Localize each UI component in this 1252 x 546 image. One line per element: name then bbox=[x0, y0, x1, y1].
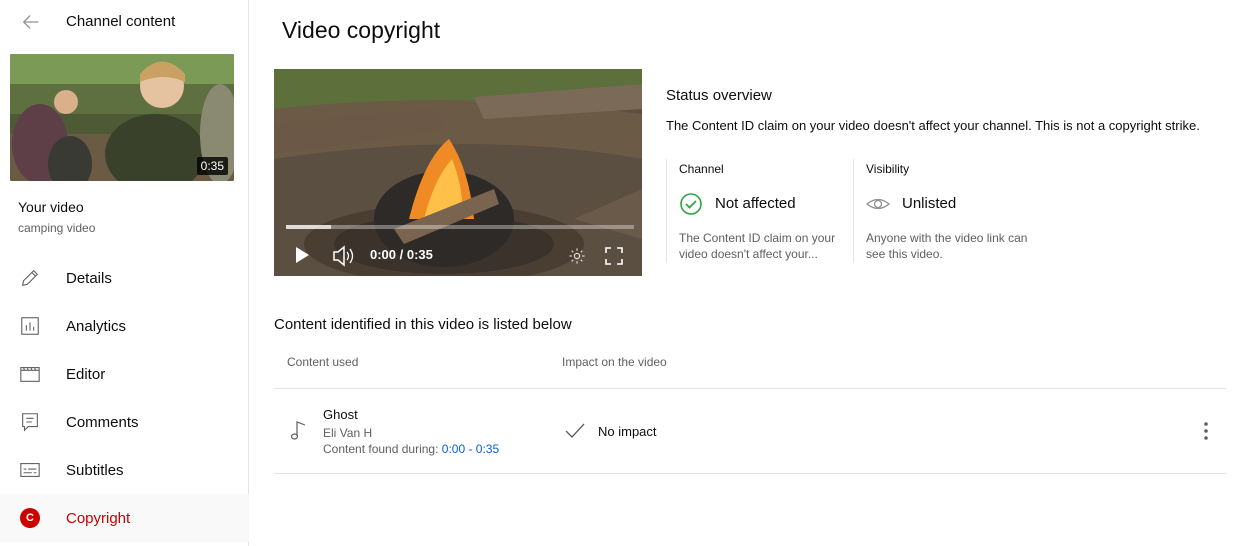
sidebar-item-editor[interactable]: Editor bbox=[0, 350, 249, 398]
sidebar-item-analytics[interactable]: Analytics bbox=[0, 302, 249, 350]
thumbnail-duration: 0:35 bbox=[196, 157, 228, 175]
visibility-status-description: Anyone with the video link can see this … bbox=[866, 231, 1028, 261]
channel-status-description: The Content ID claim on your video doesn… bbox=[679, 231, 836, 261]
table-row[interactable]: Ghost Eli Van H Content found during: 0:… bbox=[274, 389, 1226, 473]
visibility-status-card: Visibility Unlisted Anyone with the vide… bbox=[853, 159, 1043, 263]
page-title: Video copyright bbox=[282, 17, 441, 43]
sidebar-nav: Details Analytics Editor Comments Subtit… bbox=[0, 254, 249, 542]
sidebar-item-subtitles[interactable]: Subtitles bbox=[0, 446, 249, 494]
settings-gear-icon[interactable] bbox=[568, 247, 586, 265]
sidebar-item-label: Copyright bbox=[66, 510, 131, 527]
eye-icon bbox=[866, 198, 890, 210]
comments-icon bbox=[22, 413, 38, 432]
sidebar-item-label: Details bbox=[66, 270, 112, 287]
song-artist: Eli Van H bbox=[323, 426, 373, 440]
video-title: camping video bbox=[18, 221, 96, 235]
back-row[interactable]: Channel content bbox=[0, 0, 249, 44]
content-found-during: Content found during: 0:00 - 0:35 bbox=[323, 442, 499, 456]
status-description: The Content ID claim on your video doesn… bbox=[666, 118, 1200, 133]
main-content: Video copyright 0:00 / 0:35 Status overv… bbox=[250, 0, 1252, 546]
channel-status-card: Channel Not affected The Content ID clai… bbox=[666, 159, 856, 263]
content-identified-heading: Content identified in this video is list… bbox=[274, 316, 572, 333]
impact-value: No impact bbox=[598, 424, 657, 439]
channel-card-title: Channel bbox=[679, 162, 724, 176]
song-title: Ghost bbox=[323, 407, 358, 422]
video-thumbnail[interactable]: 0:35 bbox=[10, 54, 234, 181]
fullscreen-icon[interactable] bbox=[605, 247, 623, 265]
checkmark-icon bbox=[565, 423, 585, 438]
check-circle-icon bbox=[680, 193, 702, 215]
your-video-label: Your video bbox=[18, 199, 84, 215]
editor-icon bbox=[20, 367, 40, 382]
content-time-range-link[interactable]: 0:00 - 0:35 bbox=[442, 442, 499, 456]
visibility-status-value: Unlisted bbox=[902, 195, 957, 212]
pencil-icon bbox=[21, 269, 39, 287]
channel-content-label[interactable]: Channel content bbox=[66, 13, 175, 30]
subtitles-icon bbox=[20, 463, 40, 477]
volume-icon[interactable] bbox=[332, 245, 356, 267]
player-time: 0:00 / 0:35 bbox=[370, 247, 433, 262]
sidebar-item-label: Subtitles bbox=[66, 462, 124, 479]
sidebar-item-label: Analytics bbox=[66, 318, 127, 335]
sidebar-item-comments[interactable]: Comments bbox=[0, 398, 249, 446]
analytics-icon bbox=[21, 317, 39, 335]
play-icon[interactable] bbox=[294, 246, 310, 264]
channel-status-value: Not affected bbox=[715, 195, 796, 212]
more-vert-icon[interactable] bbox=[1194, 419, 1218, 443]
table-divider bbox=[274, 473, 1226, 474]
sidebar-item-label: Comments bbox=[66, 414, 139, 431]
content-found-label: Content found during: bbox=[323, 442, 442, 456]
sidebar-item-details[interactable]: Details bbox=[0, 254, 249, 302]
sidebar-item-label: Editor bbox=[66, 366, 106, 383]
music-note-icon bbox=[290, 421, 306, 440]
sidebar-item-copyright[interactable]: C Copyright bbox=[0, 494, 249, 542]
sidebar: Channel content 0:35 Your video camping … bbox=[0, 0, 249, 546]
arrow-back-icon[interactable] bbox=[20, 11, 42, 33]
copyright-badge-icon: C bbox=[20, 508, 40, 528]
status-overview-title: Status overview bbox=[666, 87, 772, 104]
video-frame bbox=[274, 69, 642, 276]
column-header-content-used: Content used bbox=[287, 355, 359, 369]
video-player[interactable]: 0:00 / 0:35 bbox=[274, 69, 642, 276]
column-header-impact: Impact on the video bbox=[562, 355, 667, 369]
visibility-card-title: Visibility bbox=[866, 162, 910, 176]
progress-fill bbox=[286, 225, 332, 229]
progress-bar[interactable] bbox=[286, 225, 634, 229]
